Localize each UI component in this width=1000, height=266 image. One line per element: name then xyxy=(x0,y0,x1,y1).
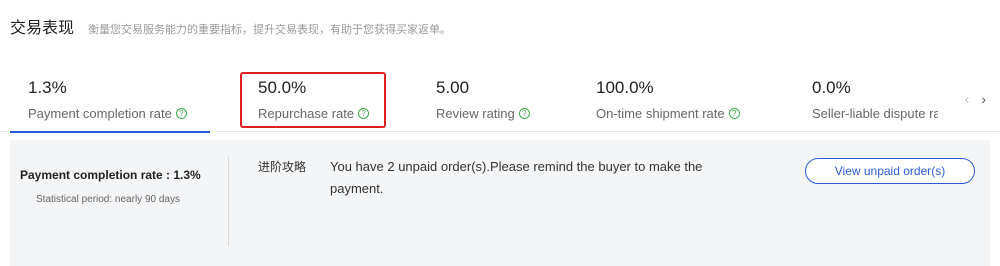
metric-tab-on-time-shipment[interactable]: 100.0% On-time shipment rate ? xyxy=(596,60,796,132)
metric-label: Payment completion rate ? xyxy=(28,106,187,121)
metric-tab-seller-liable-dispute[interactable]: 0.0% Seller-liable dispute rate xyxy=(812,60,938,132)
metric-value: 5.00 xyxy=(436,78,470,97)
detail-summary: Payment completion rate : 1.3% Statistic… xyxy=(10,140,228,246)
help-icon[interactable]: ? xyxy=(518,108,530,119)
section-header: 交易表现 衡量您交易服务能力的重要指标，提升交易表现，有助于您获得买家返单。 xyxy=(10,14,451,38)
metric-tab-payment-completion[interactable]: 1.3% Payment completion rate ? xyxy=(10,60,210,133)
detail-period: Statistical period: nearly 90 days xyxy=(36,194,180,205)
metric-label-text: Review rating xyxy=(436,106,515,121)
metric-label: Review rating ? xyxy=(436,106,530,121)
help-icon[interactable]: ? xyxy=(175,108,187,119)
metric-value: 50.0% xyxy=(258,78,307,97)
view-unpaid-orders-button[interactable]: View unpaid order(s) xyxy=(805,158,975,184)
chevron-left-icon[interactable]: ‹ xyxy=(965,91,970,107)
metric-label-text: On-time shipment rate xyxy=(596,106,725,121)
chevron-right-icon[interactable]: › xyxy=(981,91,986,107)
section-subtitle: 衡量您交易服务能力的重要指标，提升交易表现，有助于您获得买家返单。 xyxy=(88,24,452,36)
metric-tab-review-rating[interactable]: 5.00 Review rating ? xyxy=(436,60,586,132)
metric-label-text: Repurchase rate xyxy=(258,106,355,121)
metric-label-text: Payment completion rate xyxy=(28,106,172,121)
carousel-arrows: ‹ › xyxy=(957,91,986,107)
metric-label-text: Seller-liable dispute rate xyxy=(812,106,938,121)
metric-value: 100.0% xyxy=(596,78,654,97)
detail-rate: Payment completion rate : 1.3% xyxy=(20,168,201,182)
metric-value: 1.3% xyxy=(28,78,67,97)
metric-tab-repurchase[interactable]: 50.0% Repurchase rate ? xyxy=(240,60,386,132)
metric-label: Seller-liable dispute rate xyxy=(812,106,938,121)
tips-label: 进阶攻略 xyxy=(258,160,307,174)
divider xyxy=(228,156,229,246)
section-title: 交易表现 xyxy=(10,20,75,37)
active-tab-underline xyxy=(10,131,210,133)
metric-value: 0.0% xyxy=(812,78,851,97)
metric-label: Repurchase rate ? xyxy=(258,106,370,121)
help-icon[interactable]: ? xyxy=(358,108,370,119)
metrics-tabs: 1.3% Payment completion rate ? 50.0% Rep… xyxy=(0,60,1000,133)
help-icon[interactable]: ? xyxy=(728,108,740,119)
tips-text: You have 2 unpaid order(s).Please remind… xyxy=(330,159,703,196)
metric-label: On-time shipment rate ? xyxy=(596,106,740,121)
metric-detail-panel: Payment completion rate : 1.3% Statistic… xyxy=(10,140,990,266)
